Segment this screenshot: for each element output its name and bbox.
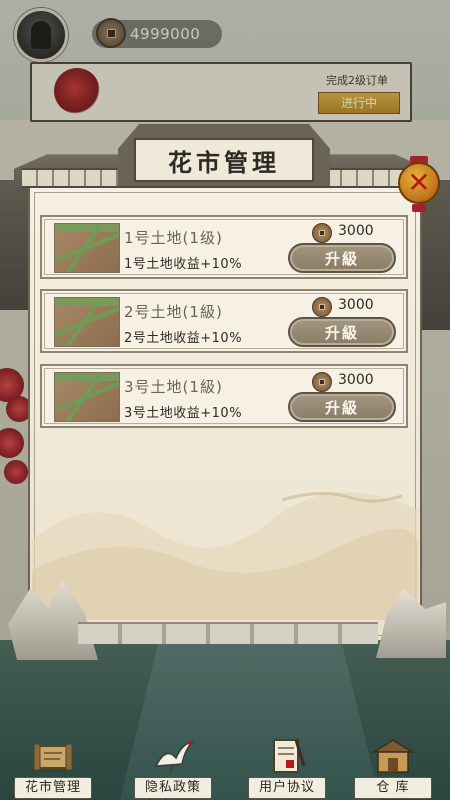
nav-label: 花市管理 bbox=[14, 777, 92, 799]
nav-item-warehouse[interactable]: 仓 库 bbox=[346, 730, 438, 800]
warehouse-icon bbox=[372, 739, 414, 773]
upgrade-cost: 3000 bbox=[338, 223, 374, 239]
coin-icon bbox=[312, 297, 332, 317]
close-icon[interactable]: ✕ bbox=[398, 162, 440, 204]
upgrade-cost: 3000 bbox=[338, 372, 374, 388]
coin-icon bbox=[312, 372, 332, 392]
dialog-title: 花市管理 bbox=[168, 147, 280, 177]
lantern-tassel bbox=[412, 204, 426, 212]
land-bonus: 2号土地收益+10% bbox=[124, 331, 243, 346]
upgrade-button[interactable]: 升級 bbox=[288, 317, 396, 347]
nav-item-user-agreement[interactable]: 用户协议 bbox=[240, 730, 332, 800]
land-bonus: 3号土地收益+10% bbox=[124, 406, 243, 421]
upgrade-button[interactable]: 升級 bbox=[288, 392, 396, 422]
ink-landscape bbox=[32, 491, 418, 620]
nav-label: 仓 库 bbox=[354, 777, 432, 799]
land-card-3: 3号土地(1級) 3号土地收益+10% 3000 升級 bbox=[40, 364, 408, 428]
land-name: 2号土地(1級) bbox=[124, 303, 223, 321]
nav-item-privacy[interactable]: 隐私政策 bbox=[126, 730, 218, 800]
nav-label: 用户协议 bbox=[248, 777, 326, 799]
nav-label: 隐私政策 bbox=[134, 777, 212, 799]
land-card-2: 2号土地(1級) 2号土地收益+10% 3000 升級 bbox=[40, 289, 408, 353]
nav-item-flower-market[interactable]: 花市管理 bbox=[6, 730, 98, 800]
land-name: 1号土地(1级) bbox=[124, 229, 223, 247]
land-name: 3号土地(1級) bbox=[124, 378, 223, 396]
bottom-nav: 花市管理 隐私政策 用户协议 仓 库 bbox=[0, 730, 450, 800]
land-thumbnail bbox=[54, 297, 120, 347]
crane-icon bbox=[154, 740, 194, 775]
scroll-icon bbox=[33, 743, 73, 771]
contract-icon bbox=[273, 739, 306, 773]
title-plate: 花市管理 bbox=[134, 138, 314, 182]
upgrade-cost: 3000 bbox=[338, 297, 374, 313]
land-thumbnail bbox=[54, 372, 120, 422]
close-button[interactable]: ✕ bbox=[396, 154, 442, 212]
stone-path bbox=[78, 622, 378, 644]
land-thumbnail bbox=[54, 223, 120, 273]
upgrade-button[interactable]: 升級 bbox=[288, 243, 396, 273]
land-card-1: 1号土地(1级) 1号土地收益+10% 3000 升級 bbox=[40, 215, 408, 279]
land-bonus: 1号土地收益+10% bbox=[124, 257, 243, 272]
coin-icon bbox=[312, 223, 332, 243]
